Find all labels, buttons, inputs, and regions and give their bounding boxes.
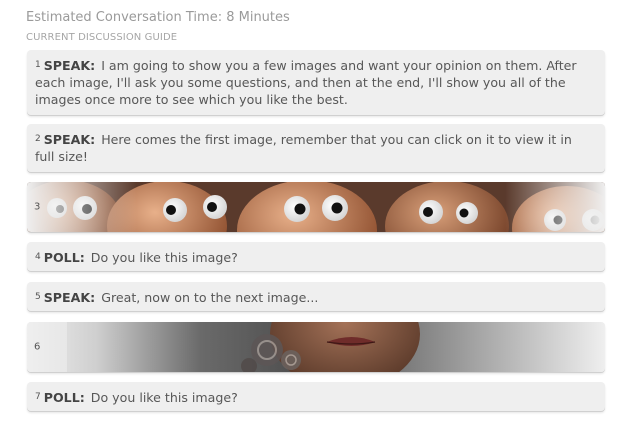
guide-item-1[interactable]: 1 SPEAK: I am going to show you a few imag… [27,50,605,115]
item-number: 5 [35,292,41,302]
guide-item-3-image[interactable]: 3 [27,182,605,232]
discussion-guide-label: CURRENT DISCUSSION GUIDE [26,32,178,43]
item-text: Great, now on to the next image... [101,290,319,305]
item-number: 2 [35,134,41,144]
item-type: POLL: [43,390,85,405]
eggs-with-googly-eyes-image[interactable] [27,182,605,232]
guide-item-5[interactable]: 5 SPEAK: Great, now on to the next image..… [27,282,605,311]
item-number: 4 [35,252,41,262]
item-number: 7 [35,392,41,402]
guide-item-6-image[interactable]: 6 [27,322,605,372]
woman-portrait-image[interactable] [27,322,605,372]
guide-item-7[interactable]: 7 POLL: Do you like this image? [27,382,605,411]
item-number: 6 [34,341,41,353]
item-text: I am going to show you a few images and … [35,58,577,107]
item-type: SPEAK: [43,132,96,147]
item-number: 1 [35,60,41,70]
item-type: SPEAK: [43,58,96,73]
guide-item-4[interactable]: 4 POLL: Do you like this image? [27,242,605,271]
item-text: Here comes the first image, remember tha… [35,132,572,164]
guide-item-2[interactable]: 2 SPEAK: Here comes the first image, remem… [27,124,605,172]
item-type: POLL: [43,250,85,265]
item-type: SPEAK: [43,290,96,305]
item-text: Do you like this image? [90,390,238,405]
item-text: Do you like this image? [90,250,238,265]
estimated-conversation-time: Estimated Conversation Time: 8 Minutes [26,10,290,25]
item-number: 3 [34,201,41,213]
